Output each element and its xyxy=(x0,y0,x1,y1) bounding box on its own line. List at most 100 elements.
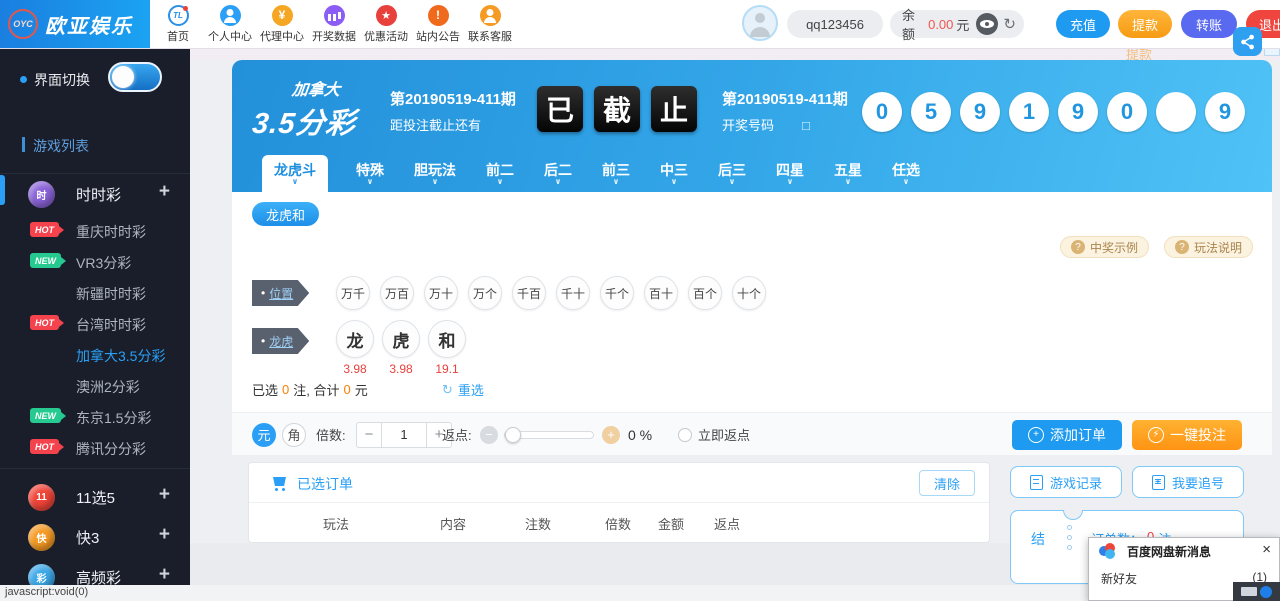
number-ball: 5 xyxy=(911,92,951,132)
sidebar-item-canada35-active[interactable]: 加拿大3.5分彩 xyxy=(0,338,190,369)
sidebar-item-taiwan[interactable]: HOT 台湾时时彩 xyxy=(0,307,190,338)
dragon-tiger-options: 龙 3.98 虎 3.98 和 19.1 xyxy=(336,320,466,376)
balance-unit: 元 xyxy=(956,15,969,34)
sidebar-group-k3[interactable]: 快 快3 + xyxy=(0,517,190,557)
tab-danwanfa[interactable]: 胆玩法∨ xyxy=(412,155,458,192)
ui-switch-row: 界面切换 xyxy=(0,48,190,110)
expand-plus-icon[interactable]: + xyxy=(159,564,170,585)
sidebar-group-ssc[interactable]: 时 时时彩 + xyxy=(0,174,190,214)
item-label: 澳洲2分彩 xyxy=(76,377,140,397)
top-header: OYC 欧亚娱乐 TL 首页 个人中心 ¥ 代理中心 开奖数据 ★ 优惠活动 xyxy=(0,0,1280,48)
main-content: 加拿大 3.5分彩 第20190519-411期 距投注截止还有 已 截 止 第… xyxy=(190,48,1280,585)
sidebar-item-chongqing[interactable]: HOT 重庆时时彩 xyxy=(0,214,190,245)
ui-switch-toggle[interactable] xyxy=(108,62,162,92)
unit-jiao-toggle[interactable]: 角 xyxy=(282,413,306,456)
sidebar-group-11x5[interactable]: 11 11选5 + xyxy=(0,477,190,517)
position-option[interactable]: 十个 xyxy=(732,276,766,310)
minus-button[interactable]: − xyxy=(356,422,382,448)
instant-rebate-option[interactable]: 立即返点 xyxy=(678,413,750,456)
tab-qian2[interactable]: 前二∨ xyxy=(484,155,516,192)
nav-personal-center[interactable]: 个人中心 xyxy=(204,0,256,48)
sidebar-item-tencent[interactable]: HOT 腾讯分分彩 xyxy=(0,431,190,462)
chase-number-button[interactable]: 我要追号 xyxy=(1132,466,1244,498)
rebate-plus-button[interactable]: + xyxy=(602,426,620,444)
rebate-slider[interactable] xyxy=(504,413,594,456)
radio-icon xyxy=(678,428,692,442)
add-order-button[interactable]: + 添加订单 xyxy=(1012,420,1122,450)
rebate-minus-button[interactable]: − xyxy=(480,426,498,444)
nav-announcements[interactable]: ! 站内公告 xyxy=(412,0,464,48)
position-option[interactable]: 万个 xyxy=(468,276,502,310)
share-link-icon[interactable] xyxy=(1233,27,1262,56)
item-label: 加拿大3.5分彩 xyxy=(76,346,165,366)
sidebar: 界面切换 游戏列表 时 时时彩 + HOT 重庆时时彩 NEW VR3分彩 xyxy=(0,48,190,585)
withdraw-button[interactable]: 提款 xyxy=(1118,10,1172,38)
tab-hou2[interactable]: 后二∨ xyxy=(542,155,574,192)
tab-hou3[interactable]: 后三∨ xyxy=(716,155,748,192)
nav-lottery-data[interactable]: 开奖数据 xyxy=(308,0,360,48)
bet-option-tiger[interactable]: 虎 xyxy=(382,320,420,358)
expand-plus-icon[interactable]: + xyxy=(159,524,170,546)
slider-knob[interactable] xyxy=(505,427,521,443)
tab-wuxing[interactable]: 五星∨ xyxy=(832,155,864,192)
taskbar-thumbnail[interactable] xyxy=(1233,582,1280,601)
avatar[interactable] xyxy=(742,5,778,41)
bet-option-dragon[interactable]: 龙 xyxy=(336,320,374,358)
tab-teshu[interactable]: 特殊∨ xyxy=(354,155,386,192)
sidebar-item-tokyo15[interactable]: NEW 东京1.5分彩 xyxy=(0,400,190,431)
tab-sixing[interactable]: 四星∨ xyxy=(774,155,806,192)
quick-bet-button[interactable]: ⚡ 一键投注 xyxy=(1132,420,1242,450)
winning-example-link[interactable]: ? 中奖示例 xyxy=(1060,236,1149,258)
game-banner: 加拿大 3.5分彩 第20190519-411期 距投注截止还有 已 截 止 第… xyxy=(232,60,1272,192)
clear-button[interactable]: 清除 xyxy=(919,470,975,496)
refresh-icon[interactable]: ↻ xyxy=(1001,15,1018,33)
unit-yuan-toggle[interactable]: 元 xyxy=(252,413,276,456)
position-option[interactable]: 万千 xyxy=(336,276,370,310)
sidebar-group-gaopin[interactable]: 彩 高频彩 + xyxy=(0,557,190,585)
col-rebate: 返点 xyxy=(699,514,755,533)
sidebar-item-xinjiang[interactable]: 新疆时时彩 xyxy=(0,276,190,307)
subtab-longhuhe[interactable]: 龙虎和 xyxy=(252,202,319,226)
sidebar-item-vr3[interactable]: NEW VR3分彩 xyxy=(0,245,190,276)
bullet-icon xyxy=(20,76,27,83)
eye-icon[interactable] xyxy=(976,13,998,35)
close-icon[interactable]: × xyxy=(1262,542,1271,557)
bet-option-tie[interactable]: 和 xyxy=(428,320,466,358)
username-pill[interactable]: qq123456 xyxy=(787,10,883,38)
position-option[interactable]: 千个 xyxy=(600,276,634,310)
site-logo[interactable]: OYC 欧亚娱乐 xyxy=(0,0,150,48)
nav-customer-service[interactable]: 联系客服 xyxy=(464,0,516,48)
position-option[interactable]: 万百 xyxy=(380,276,414,310)
position-option[interactable]: 万十 xyxy=(424,276,458,310)
play-instructions-link[interactable]: ? 玩法说明 xyxy=(1164,236,1253,258)
expand-plus-icon[interactable]: + xyxy=(159,181,170,203)
slider-track[interactable] xyxy=(504,431,594,439)
popup-title: 百度网盘新消息 xyxy=(1127,543,1211,560)
bullet: • xyxy=(261,334,265,348)
reselect-link[interactable]: ↻ 重选 xyxy=(440,380,484,399)
tab-longhudou[interactable]: 龙虎斗∨ xyxy=(262,155,328,192)
nav-home[interactable]: TL 首页 xyxy=(152,0,204,48)
recharge-button[interactable]: 充值 xyxy=(1056,10,1110,38)
multiplier-input[interactable] xyxy=(382,422,426,448)
chevron-down-icon: ∨ xyxy=(497,178,504,185)
position-option[interactable]: 百个 xyxy=(688,276,722,310)
odds-value: 3.98 xyxy=(343,362,366,376)
position-row: •位置 万千 万百 万十 万个 千百 千十 千个 百十 百个 十个 xyxy=(232,276,1272,316)
star-icon: ★ xyxy=(376,5,397,26)
question-icon: ? xyxy=(1175,240,1189,254)
tab-zhong3[interactable]: 中三∨ xyxy=(658,155,690,192)
transfer-button[interactable]: 转账 xyxy=(1181,10,1237,38)
tab-renxuan[interactable]: 任选∨ xyxy=(890,155,922,192)
sidebar-item-australia2[interactable]: 澳洲2分彩 xyxy=(0,369,190,400)
number-ball: 0 xyxy=(862,92,902,132)
bet-tiger: 虎 3.98 xyxy=(382,320,420,376)
expand-plus-icon[interactable]: + xyxy=(159,484,170,506)
nav-promotions[interactable]: ★ 优惠活动 xyxy=(360,0,412,48)
position-option[interactable]: 百十 xyxy=(644,276,678,310)
position-option[interactable]: 千十 xyxy=(556,276,590,310)
tab-qian3[interactable]: 前三∨ xyxy=(600,155,632,192)
nav-agent-center[interactable]: ¥ 代理中心 xyxy=(256,0,308,48)
position-option[interactable]: 千百 xyxy=(512,276,546,310)
game-records-button[interactable]: 游戏记录 xyxy=(1010,466,1122,498)
